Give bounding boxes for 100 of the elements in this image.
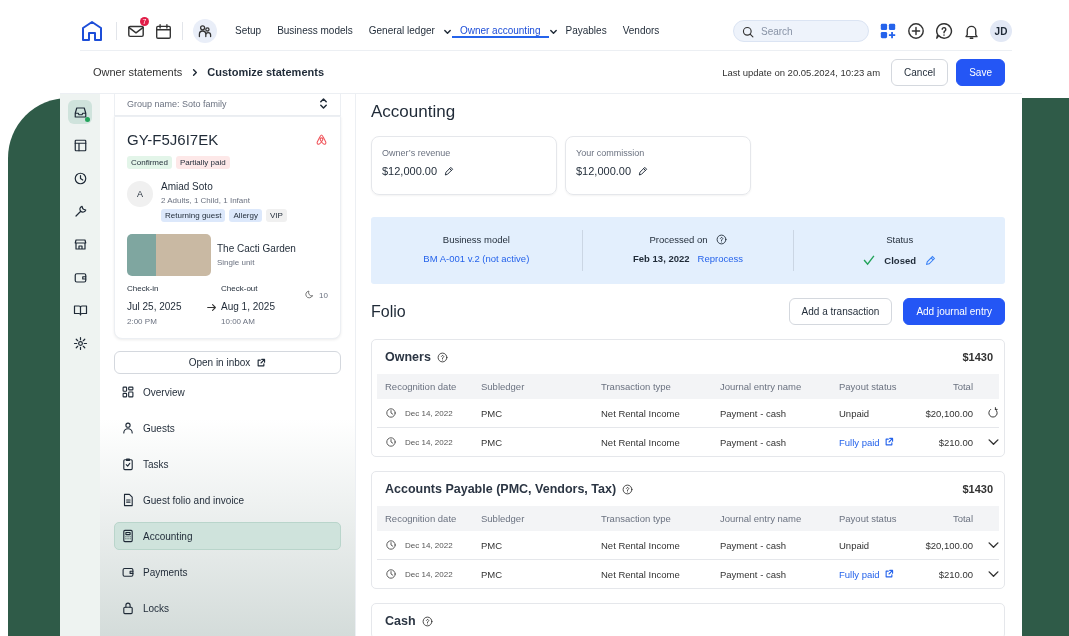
sidebar-item[interactable]: Guests: [114, 414, 341, 442]
checkout-label: Check-out: [221, 284, 259, 293]
ledger-total: $1430: [962, 351, 993, 363]
sidebar-item[interactable]: Payments: [114, 558, 341, 586]
business-model-link[interactable]: BM A-001 v.2 (not active): [423, 253, 530, 264]
stat-value: $12,000.00: [382, 165, 438, 177]
status-value: Closed: [884, 254, 916, 266]
person-icon: [121, 421, 135, 435]
help-icon[interactable]: [622, 483, 634, 495]
open-in-inbox-button[interactable]: Open in inbox: [114, 351, 341, 374]
nav-tab[interactable]: General ledger: [360, 24, 443, 38]
calendar-icon[interactable]: [155, 22, 172, 40]
status-label: Status: [886, 234, 914, 245]
sidebar-item[interactable]: Accounting: [114, 522, 341, 550]
checkin-date: Jul 25, 2025: [127, 301, 183, 312]
sidebar-item[interactable]: Overview: [114, 378, 341, 406]
booking-channel-icon: [315, 133, 328, 146]
guest-tag: Returning guest: [161, 209, 226, 222]
help-icon[interactable]: [715, 234, 727, 245]
processed-label: Processed on: [649, 234, 708, 245]
save-button[interactable]: Save: [956, 58, 1005, 86]
chevron-down-icon[interactable]: [987, 438, 999, 446]
guest-tag: Allergy: [229, 209, 262, 222]
external-link-icon: [883, 569, 894, 579]
nav-tab[interactable]: Owner accounting: [451, 24, 549, 38]
nav-tab[interactable]: Business models: [269, 24, 361, 38]
nav-tab[interactable]: Payables: [557, 24, 615, 38]
document-icon: [121, 493, 135, 507]
table-cell-text: Payment - cash: [720, 568, 787, 580]
table-cell-text: $20,100.00: [924, 539, 973, 551]
search-field[interactable]: Search: [733, 20, 869, 42]
nav-tab[interactable]: Vendors: [614, 24, 668, 38]
property-name: The Cacti Garden: [217, 243, 296, 254]
edit-icon[interactable]: [443, 165, 456, 177]
checkin-time: 2:00 PM: [127, 317, 158, 326]
guest-name: Amiad Soto: [161, 181, 214, 192]
help-icon[interactable]: [436, 351, 448, 363]
calculator-icon: [121, 529, 135, 543]
table-cell: Dec 14, 2022: [405, 437, 453, 447]
chevron-down-icon[interactable]: [987, 570, 999, 578]
column-header: Subledger: [481, 513, 526, 524]
inbox-icon[interactable]: [68, 100, 92, 124]
column-header: Payout status: [839, 381, 898, 392]
edit-icon[interactable]: [637, 165, 650, 177]
refresh-icon[interactable]: [987, 407, 999, 419]
guest-tag: VIP: [265, 209, 287, 222]
table-cell-text: Net Rental Income: [601, 407, 681, 419]
checkout-time: 10:00 AM: [221, 317, 256, 326]
column-header: Total: [951, 381, 973, 392]
clock-icon: [385, 539, 397, 551]
column-header: Journal entry name: [720, 513, 803, 524]
table-cell-text: Unpaid: [839, 407, 871, 419]
payout-status-link[interactable]: Fully paid: [839, 436, 894, 448]
add-widget-icon[interactable]: [879, 22, 897, 40]
lock-icon: [121, 601, 135, 615]
nights-count: 10: [319, 291, 328, 300]
table-cell-text: Net Rental Income: [601, 568, 681, 580]
table-cell-text: $20,100.00: [924, 407, 973, 419]
help-icon[interactable]: [421, 615, 433, 627]
sidebar-item[interactable]: Locks: [114, 594, 341, 622]
external-link-icon: [256, 357, 267, 368]
sidebar-item[interactable]: Tasks: [114, 450, 341, 478]
breadcrumb-link[interactable]: Owner statements: [93, 66, 183, 78]
chevron-down-icon[interactable]: [987, 541, 999, 549]
table-cell-text: Unpaid: [839, 539, 871, 551]
table-cell-text: PMC: [481, 407, 504, 419]
column-header: Journal entry name: [720, 381, 803, 392]
table-cell-text: Payment - cash: [720, 436, 787, 448]
column-header: Transaction type: [601, 381, 672, 392]
guest-avatar: A: [127, 181, 153, 207]
table-cell-text: Net Rental Income: [601, 436, 681, 448]
cancel-button[interactable]: Cancel: [891, 58, 949, 86]
sidebar-item[interactable]: Guest folio and invoice: [114, 486, 341, 514]
ledger-total: $1430: [962, 483, 993, 495]
column-header: Transaction type: [601, 513, 672, 524]
clock-icon: [385, 436, 397, 448]
reprocess-link[interactable]: Reprocess: [697, 253, 743, 264]
overview-icon: [121, 385, 135, 399]
add-icon[interactable]: [907, 22, 925, 40]
last-update-text: Last update on 20.05.2024, 10:23 am: [722, 66, 881, 78]
add-journal-entry-button[interactable]: Add journal entry: [903, 298, 1005, 325]
table-cell-text: Payment - cash: [720, 407, 787, 419]
wallet-icon: [121, 565, 135, 579]
add-transaction-button[interactable]: Add a transaction: [788, 298, 893, 325]
business-model-label: Business model: [442, 234, 510, 245]
table-cell-text: Payment - cash: [720, 539, 787, 551]
sort-icon[interactable]: [319, 98, 328, 109]
ledger-title: Accounts Payable (PMC, Vendors, Tax): [385, 482, 617, 496]
payout-status-link[interactable]: Fully paid: [839, 568, 894, 580]
people-icon[interactable]: [193, 19, 217, 43]
status-badge: Confirmed: [127, 156, 172, 169]
user-avatar[interactable]: JD: [990, 20, 1012, 42]
table-cell-text: $210.00: [937, 436, 973, 448]
nav-tab[interactable]: Setup: [227, 24, 270, 38]
processed-date: Feb 13, 2022: [633, 253, 690, 264]
group-name: Group name: Soto family: [127, 98, 227, 109]
help-icon[interactable]: [935, 22, 953, 40]
column-header: Payout status: [839, 513, 898, 524]
moon-icon: [305, 289, 316, 300]
table-cell: Dec 14, 2022: [405, 408, 453, 418]
